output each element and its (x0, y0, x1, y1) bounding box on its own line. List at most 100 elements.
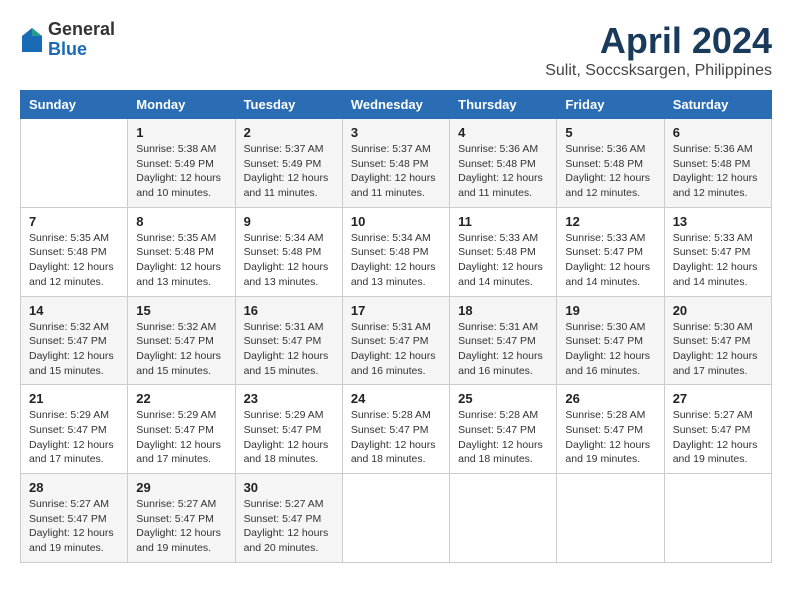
calendar-day-cell (21, 119, 128, 208)
day-number: 28 (29, 480, 119, 495)
calendar-day-cell: 28 Sunrise: 5:27 AMSunset: 5:47 PMDayligh… (21, 474, 128, 563)
header: General Blue April 2024 Sulit, Soccsksar… (20, 20, 772, 80)
calendar-day-cell: 13 Sunrise: 5:33 AMSunset: 5:47 PMDayligh… (664, 207, 771, 296)
day-info: Sunrise: 5:35 AMSunset: 5:48 PMDaylight:… (29, 231, 119, 290)
logo-general-text: General (48, 20, 115, 40)
calendar-day-cell (450, 474, 557, 563)
day-number: 23 (244, 391, 334, 406)
calendar-day-cell: 8 Sunrise: 5:35 AMSunset: 5:48 PMDaylight… (128, 207, 235, 296)
title-area: April 2024 Sulit, Soccsksargen, Philippi… (545, 20, 772, 80)
calendar-day-cell (557, 474, 664, 563)
day-number: 16 (244, 303, 334, 318)
day-info: Sunrise: 5:37 AMSunset: 5:49 PMDaylight:… (244, 142, 334, 201)
day-info: Sunrise: 5:30 AMSunset: 5:47 PMDaylight:… (565, 320, 655, 379)
calendar-week-row: 7Sunrise: 5:35 AMSunset: 5:48 PMDaylight… (21, 207, 772, 296)
day-number: 13 (673, 214, 763, 229)
day-number: 10 (351, 214, 441, 229)
day-info: Sunrise: 5:38 AMSunset: 5:49 PMDaylight:… (136, 142, 226, 201)
calendar-day-cell: 20 Sunrise: 5:30 AMSunset: 5:47 PMDayligh… (664, 296, 771, 385)
calendar-day-cell: 24Sunrise: 5:28 AMSunset: 5:47 PMDayligh… (342, 385, 449, 474)
calendar-day-cell: 5 Sunrise: 5:36 AMSunset: 5:48 PMDaylight… (557, 119, 664, 208)
day-number: 17 (351, 303, 441, 318)
calendar-week-row: 1Sunrise: 5:38 AMSunset: 5:49 PMDaylight… (21, 119, 772, 208)
day-info: Sunrise: 5:27 AMSunset: 5:47 PMDaylight:… (244, 497, 334, 556)
day-info: Sunrise: 5:29 AMSunset: 5:47 PMDaylight:… (29, 408, 119, 467)
calendar-day-cell: 2 Sunrise: 5:37 AMSunset: 5:49 PMDaylight… (235, 119, 342, 208)
day-number: 5 (565, 125, 655, 140)
day-info: Sunrise: 5:32 AMSunset: 5:47 PMDaylight:… (136, 320, 226, 379)
calendar-day-cell: 18 Sunrise: 5:31 AMSunset: 5:47 PMDayligh… (450, 296, 557, 385)
day-info: Sunrise: 5:31 AMSunset: 5:47 PMDaylight:… (458, 320, 548, 379)
day-info: Sunrise: 5:37 AMSunset: 5:48 PMDaylight:… (351, 142, 441, 201)
day-info: Sunrise: 5:27 AMSunset: 5:47 PMDaylight:… (136, 497, 226, 556)
weekday-header-cell: Saturday (664, 91, 771, 119)
calendar-week-row: 28 Sunrise: 5:27 AMSunset: 5:47 PMDayligh… (21, 474, 772, 563)
day-info: Sunrise: 5:34 AMSunset: 5:48 PMDaylight:… (244, 231, 334, 290)
logo-icon (20, 26, 44, 54)
calendar-week-row: 14 Sunrise: 5:32 AMSunset: 5:47 PMDayligh… (21, 296, 772, 385)
weekday-header-cell: Wednesday (342, 91, 449, 119)
calendar-day-cell: 9 Sunrise: 5:34 AMSunset: 5:48 PMDaylight… (235, 207, 342, 296)
day-number: 29 (136, 480, 226, 495)
day-info: Sunrise: 5:36 AMSunset: 5:48 PMDaylight:… (458, 142, 548, 201)
day-number: 12 (565, 214, 655, 229)
calendar-day-cell: 26Sunrise: 5:28 AMSunset: 5:47 PMDayligh… (557, 385, 664, 474)
day-info: Sunrise: 5:30 AMSunset: 5:47 PMDaylight:… (673, 320, 763, 379)
calendar-day-cell: 14Sunrise: 5:32 AMSunset: 5:47 PMDayligh… (21, 296, 128, 385)
day-number: 4 (458, 125, 548, 140)
day-number: 15 (136, 303, 226, 318)
calendar-day-cell (664, 474, 771, 563)
day-info: Sunrise: 5:35 AMSunset: 5:48 PMDaylight:… (136, 231, 226, 290)
weekday-header-cell: Thursday (450, 91, 557, 119)
calendar-day-cell: 17 Sunrise: 5:31 AMSunset: 5:47 PMDayligh… (342, 296, 449, 385)
day-info: Sunrise: 5:33 AMSunset: 5:47 PMDaylight:… (673, 231, 763, 290)
day-number: 19 (565, 303, 655, 318)
day-info: Sunrise: 5:36 AMSunset: 5:48 PMDaylight:… (673, 142, 763, 201)
day-info: Sunrise: 5:29 AMSunset: 5:47 PMDaylight:… (244, 408, 334, 467)
calendar-week-row: 21Sunrise: 5:29 AMSunset: 5:47 PMDayligh… (21, 385, 772, 474)
weekday-header-row: SundayMondayTuesdayWednesdayThursdayFrid… (21, 91, 772, 119)
day-info: Sunrise: 5:27 AMSunset: 5:47 PMDaylight:… (673, 408, 763, 467)
calendar-day-cell: 22 Sunrise: 5:29 AMSunset: 5:47 PMDayligh… (128, 385, 235, 474)
day-number: 8 (136, 214, 226, 229)
main-title: April 2024 (545, 20, 772, 62)
calendar-day-cell: 15 Sunrise: 5:32 AMSunset: 5:47 PMDayligh… (128, 296, 235, 385)
subtitle: Sulit, Soccsksargen, Philippines (545, 62, 772, 80)
day-info: Sunrise: 5:36 AMSunset: 5:48 PMDaylight:… (565, 142, 655, 201)
day-info: Sunrise: 5:33 AMSunset: 5:48 PMDaylight:… (458, 231, 548, 290)
logo-blue-text: Blue (48, 40, 115, 60)
day-number: 6 (673, 125, 763, 140)
day-number: 26 (565, 391, 655, 406)
day-number: 20 (673, 303, 763, 318)
day-number: 25 (458, 391, 548, 406)
calendar-day-cell: 30Sunrise: 5:27 AMSunset: 5:47 PMDayligh… (235, 474, 342, 563)
calendar-day-cell: 29 Sunrise: 5:27 AMSunset: 5:47 PMDayligh… (128, 474, 235, 563)
day-info: Sunrise: 5:27 AMSunset: 5:47 PMDaylight:… (29, 497, 119, 556)
calendar-day-cell: 23 Sunrise: 5:29 AMSunset: 5:47 PMDayligh… (235, 385, 342, 474)
calendar-day-cell: 16Sunrise: 5:31 AMSunset: 5:47 PMDayligh… (235, 296, 342, 385)
calendar-day-cell: 10 Sunrise: 5:34 AMSunset: 5:48 PMDayligh… (342, 207, 449, 296)
calendar-table: SundayMondayTuesdayWednesdayThursdayFrid… (20, 90, 772, 563)
calendar-day-cell: 1Sunrise: 5:38 AMSunset: 5:49 PMDaylight… (128, 119, 235, 208)
day-info: Sunrise: 5:33 AMSunset: 5:47 PMDaylight:… (565, 231, 655, 290)
day-number: 2 (244, 125, 334, 140)
day-number: 27 (673, 391, 763, 406)
weekday-header-cell: Monday (128, 91, 235, 119)
day-number: 18 (458, 303, 548, 318)
weekday-header-cell: Tuesday (235, 91, 342, 119)
calendar-body: 1Sunrise: 5:38 AMSunset: 5:49 PMDaylight… (21, 119, 772, 563)
day-info: Sunrise: 5:34 AMSunset: 5:48 PMDaylight:… (351, 231, 441, 290)
weekday-header-cell: Friday (557, 91, 664, 119)
day-info: Sunrise: 5:28 AMSunset: 5:47 PMDaylight:… (458, 408, 548, 467)
day-info: Sunrise: 5:29 AMSunset: 5:47 PMDaylight:… (136, 408, 226, 467)
day-number: 14 (29, 303, 119, 318)
day-number: 22 (136, 391, 226, 406)
calendar-day-cell: 27 Sunrise: 5:27 AMSunset: 5:47 PMDayligh… (664, 385, 771, 474)
calendar-day-cell: 25 Sunrise: 5:28 AMSunset: 5:47 PMDayligh… (450, 385, 557, 474)
day-number: 9 (244, 214, 334, 229)
calendar-day-cell: 19 Sunrise: 5:30 AMSunset: 5:47 PMDayligh… (557, 296, 664, 385)
calendar-day-cell: 11Sunrise: 5:33 AMSunset: 5:48 PMDayligh… (450, 207, 557, 296)
day-info: Sunrise: 5:31 AMSunset: 5:47 PMDaylight:… (351, 320, 441, 379)
day-number: 3 (351, 125, 441, 140)
weekday-header-cell: Sunday (21, 91, 128, 119)
